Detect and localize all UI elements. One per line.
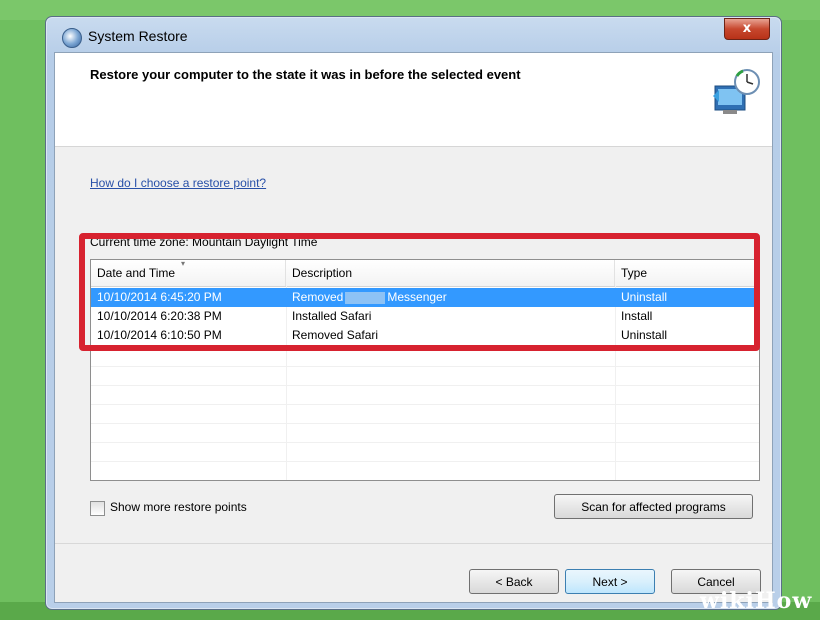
row-divider	[91, 442, 759, 443]
system-restore-icon	[62, 28, 82, 48]
row-divider	[91, 385, 759, 386]
highlight-box	[79, 233, 760, 351]
show-more-label[interactable]: Show more restore points	[110, 500, 247, 514]
next-button[interactable]: Next >	[565, 569, 655, 594]
restore-clock-icon	[713, 69, 760, 114]
back-button[interactable]: < Back	[469, 569, 559, 594]
row-divider	[91, 423, 759, 424]
row-divider	[91, 461, 759, 462]
row-divider	[91, 366, 759, 367]
show-more-checkbox[interactable]	[90, 501, 105, 516]
wikihow-watermark: wikiHow	[700, 588, 813, 614]
window-title: System Restore	[88, 28, 188, 44]
row-divider	[91, 404, 759, 405]
header-panel: Restore your computer to the state it wa…	[55, 53, 772, 147]
close-button[interactable]: x	[724, 18, 770, 40]
page-title: Restore your computer to the state it wa…	[90, 67, 521, 82]
footer-divider	[55, 543, 772, 544]
scan-affected-programs-button[interactable]: Scan for affected programs	[554, 494, 753, 519]
help-link[interactable]: How do I choose a restore point?	[90, 176, 266, 190]
